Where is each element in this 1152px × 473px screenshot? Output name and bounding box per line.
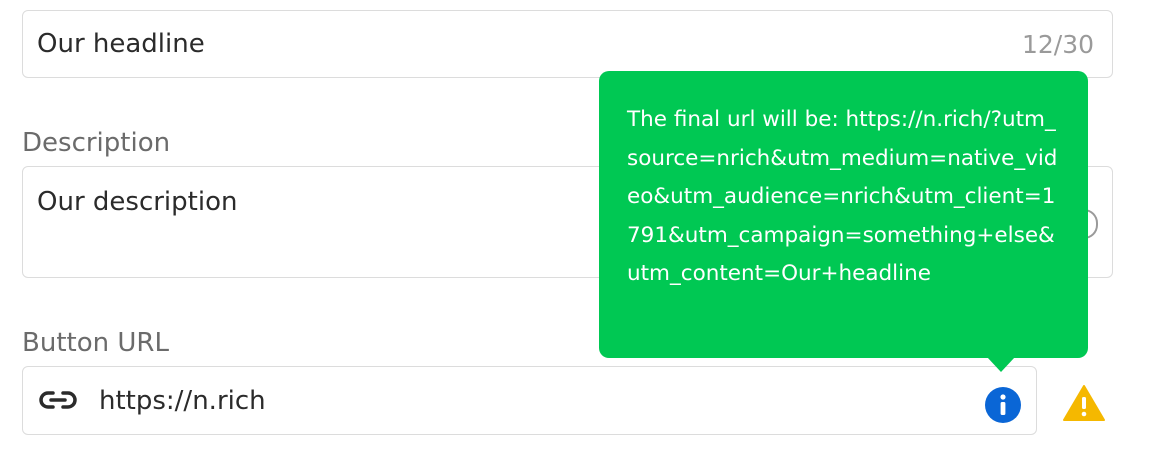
warning-icon[interactable] [1062,383,1106,423]
button-url-label: Button URL [22,328,169,358]
description-value: Our description [37,187,238,217]
description-label: Description [22,128,171,158]
headline-value: Our headline [37,29,205,59]
link-icon [39,391,77,409]
button-url-input[interactable]: https://n.rich [22,366,1037,435]
tooltip-arrow [987,357,1015,372]
final-url-tooltip: The final url will be: https://n.rich/?u… [599,71,1088,372]
tooltip-text: The final url will be: https://n.rich/?u… [627,107,1058,286]
info-icon[interactable] [984,386,1022,424]
button-url-value: https://n.rich [99,386,266,416]
ad-form: Our headline 12/30 Description Our descr… [0,0,1152,473]
headline-input[interactable]: Our headline 12/30 [22,10,1113,78]
headline-char-counter: 12/30 [1021,30,1094,59]
